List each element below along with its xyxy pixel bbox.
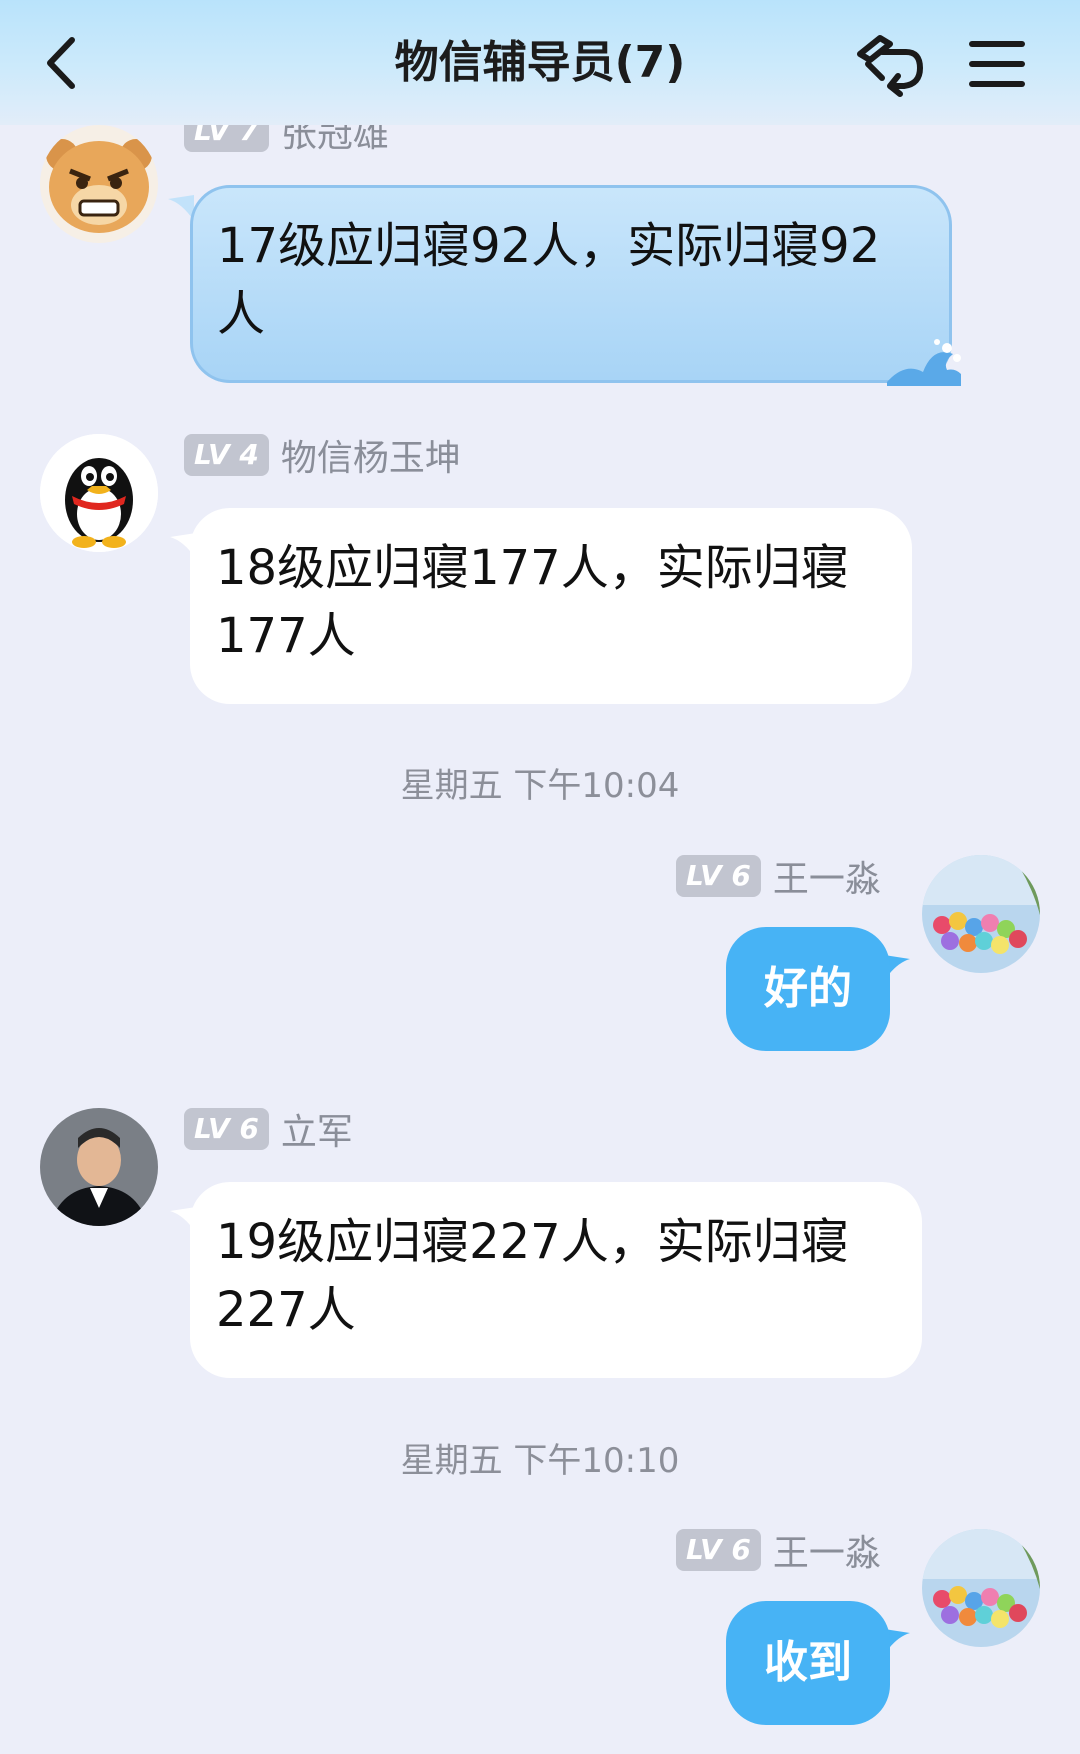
penguin-avatar <box>40 434 158 552</box>
sender-name-line: LV 4 物信杨玉坤 <box>184 433 461 479</box>
sender-name-line: LV 7 张冠雄 <box>184 125 389 155</box>
hamburger-menu-icon <box>969 41 1025 87</box>
sender-avatar-bear[interactable] <box>40 125 158 243</box>
balloons-photo-avatar <box>922 1529 1040 1647</box>
level-badge: LV 7 <box>184 125 269 152</box>
sender-name-line: LV 6 立军 <box>184 1107 353 1153</box>
level-badge: LV 6 <box>184 1108 269 1150</box>
message-bubble[interactable]: 收到 <box>726 1601 890 1725</box>
message-bubble[interactable]: 17级应归寝92人，实际归寝92人 <box>190 185 961 386</box>
level-badge: LV 6 <box>676 1529 761 1571</box>
level-badge: LV 6 <box>676 855 761 897</box>
share-button[interactable] <box>852 30 928 102</box>
sender-avatar-man[interactable] <box>40 1108 158 1226</box>
message-text: 18级应归寝177人，实际归寝177人 <box>216 540 849 664</box>
balloons-photo-avatar <box>922 855 1040 973</box>
message-text: 收到 <box>764 1637 852 1688</box>
message-bubble[interactable]: 好的 <box>726 927 890 1051</box>
menu-button[interactable] <box>966 34 1030 94</box>
timestamp: 星期五 下午10:10 <box>400 1441 680 1481</box>
message-text: 19级应归寝227人，实际归寝227人 <box>216 1214 849 1338</box>
message-list[interactable]: LV 7 张冠雄 17级应归寝92人，实际归寝92人 LV 4 物信杨玉坤 18… <box>0 125 1080 1754</box>
man-photo-avatar <box>40 1108 158 1226</box>
message-bubble[interactable]: 18级应归寝177人，实际归寝177人 <box>190 508 912 704</box>
title-bar: 物信辅导员(7) <box>0 0 1080 125</box>
sender-name[interactable]: 物信杨玉坤 <box>281 429 461 481</box>
sender-name-line: LV 6 王一淼 <box>676 854 881 900</box>
sender-name[interactable]: 王一淼 <box>773 1524 881 1576</box>
my-avatar[interactable] <box>922 1529 1040 1647</box>
sender-name[interactable]: 王一淼 <box>773 850 881 902</box>
share-link-icon <box>857 35 924 97</box>
message-text: 好的 <box>764 963 852 1014</box>
my-avatar[interactable] <box>922 855 1040 973</box>
sender-name[interactable]: 张冠雄 <box>281 125 389 157</box>
sender-name-line: LV 6 王一淼 <box>676 1528 881 1574</box>
bear-avatar <box>40 125 158 243</box>
timestamp: 星期五 下午10:04 <box>400 766 680 806</box>
level-badge: LV 4 <box>184 434 269 476</box>
sender-name[interactable]: 立军 <box>281 1103 353 1155</box>
wave-decoration-icon <box>887 339 961 386</box>
message-bubble[interactable]: 19级应归寝227人，实际归寝227人 <box>190 1182 922 1378</box>
message-text: 17级应归寝92人，实际归寝92人 <box>217 218 881 342</box>
sender-avatar-penguin[interactable] <box>40 434 158 552</box>
